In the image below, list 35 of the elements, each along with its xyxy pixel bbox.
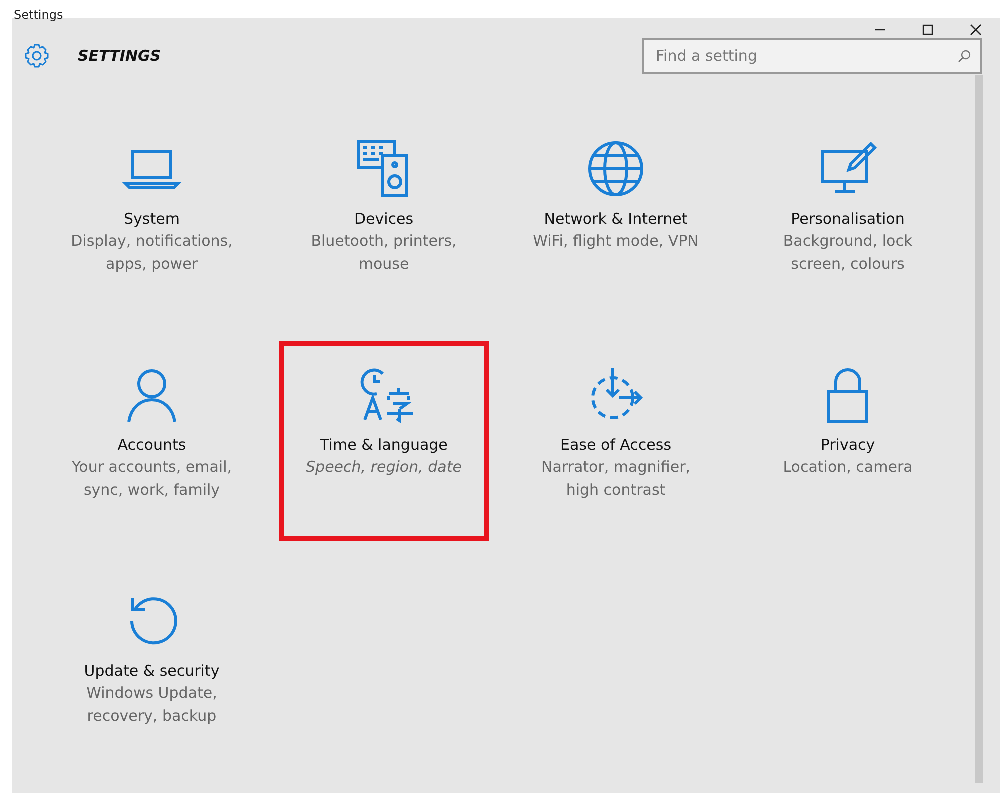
category-description: Speech, region, date bbox=[306, 457, 462, 478]
search-icon[interactable] bbox=[958, 48, 972, 62]
category-title: Personalisation bbox=[791, 210, 905, 228]
category-description: Display, notifications, apps, power bbox=[70, 231, 234, 275]
scrollbar[interactable] bbox=[975, 75, 983, 783]
category-title: Network & Internet bbox=[544, 210, 688, 228]
category-title: Ease of Access bbox=[560, 436, 672, 454]
maximize-icon[interactable] bbox=[922, 24, 934, 36]
category-description: WiFi, flight mode, VPN bbox=[533, 231, 699, 252]
category-description: Bluetooth, printers, mouse bbox=[310, 231, 458, 275]
settings-category[interactable]: System Display, notifications, apps, power bbox=[47, 115, 257, 315]
settings-category[interactable]: Time & language Speech, region, date bbox=[279, 341, 489, 541]
settings-category[interactable]: Ease of Access Narrator, magnifier, high contrast bbox=[511, 341, 721, 541]
category-title: System bbox=[124, 210, 180, 228]
settings-category[interactable]: Privacy Location, camera bbox=[743, 341, 953, 541]
category-description: Narrator, magnifier, high contrast bbox=[540, 457, 692, 501]
category-description: Background, lock screen, colours bbox=[782, 231, 914, 275]
window-title: Settings bbox=[14, 8, 64, 24]
category-description: Windows Update, recovery, backup bbox=[86, 683, 218, 727]
settings-category[interactable]: Devices Bluetooth, printers, mouse bbox=[279, 115, 489, 315]
category-description: Your accounts, email, sync, work, family bbox=[70, 457, 234, 501]
category-title: Accounts bbox=[118, 436, 186, 454]
search-field[interactable]: Find a setting bbox=[642, 38, 982, 74]
settings-category[interactable]: Network & Internet WiFi, flight mode, VPN bbox=[511, 115, 721, 315]
settings-category[interactable]: Accounts Your accounts, email, sync, work, family bbox=[47, 341, 257, 541]
settings-category[interactable]: Update & security Windows Update, recovery, backup bbox=[47, 567, 257, 767]
category-description: Location, camera bbox=[783, 457, 913, 478]
close-icon[interactable] bbox=[970, 24, 982, 36]
settings-category[interactable]: Personalisation Background, lock screen, colours bbox=[743, 115, 953, 315]
category-title: Update & security bbox=[84, 662, 220, 680]
settings-icon bbox=[24, 42, 50, 68]
page-title: SETTINGS bbox=[78, 46, 162, 64]
category-title: Privacy bbox=[820, 436, 876, 454]
category-title: Devices bbox=[354, 210, 414, 228]
category-title: Time & language bbox=[320, 436, 448, 454]
